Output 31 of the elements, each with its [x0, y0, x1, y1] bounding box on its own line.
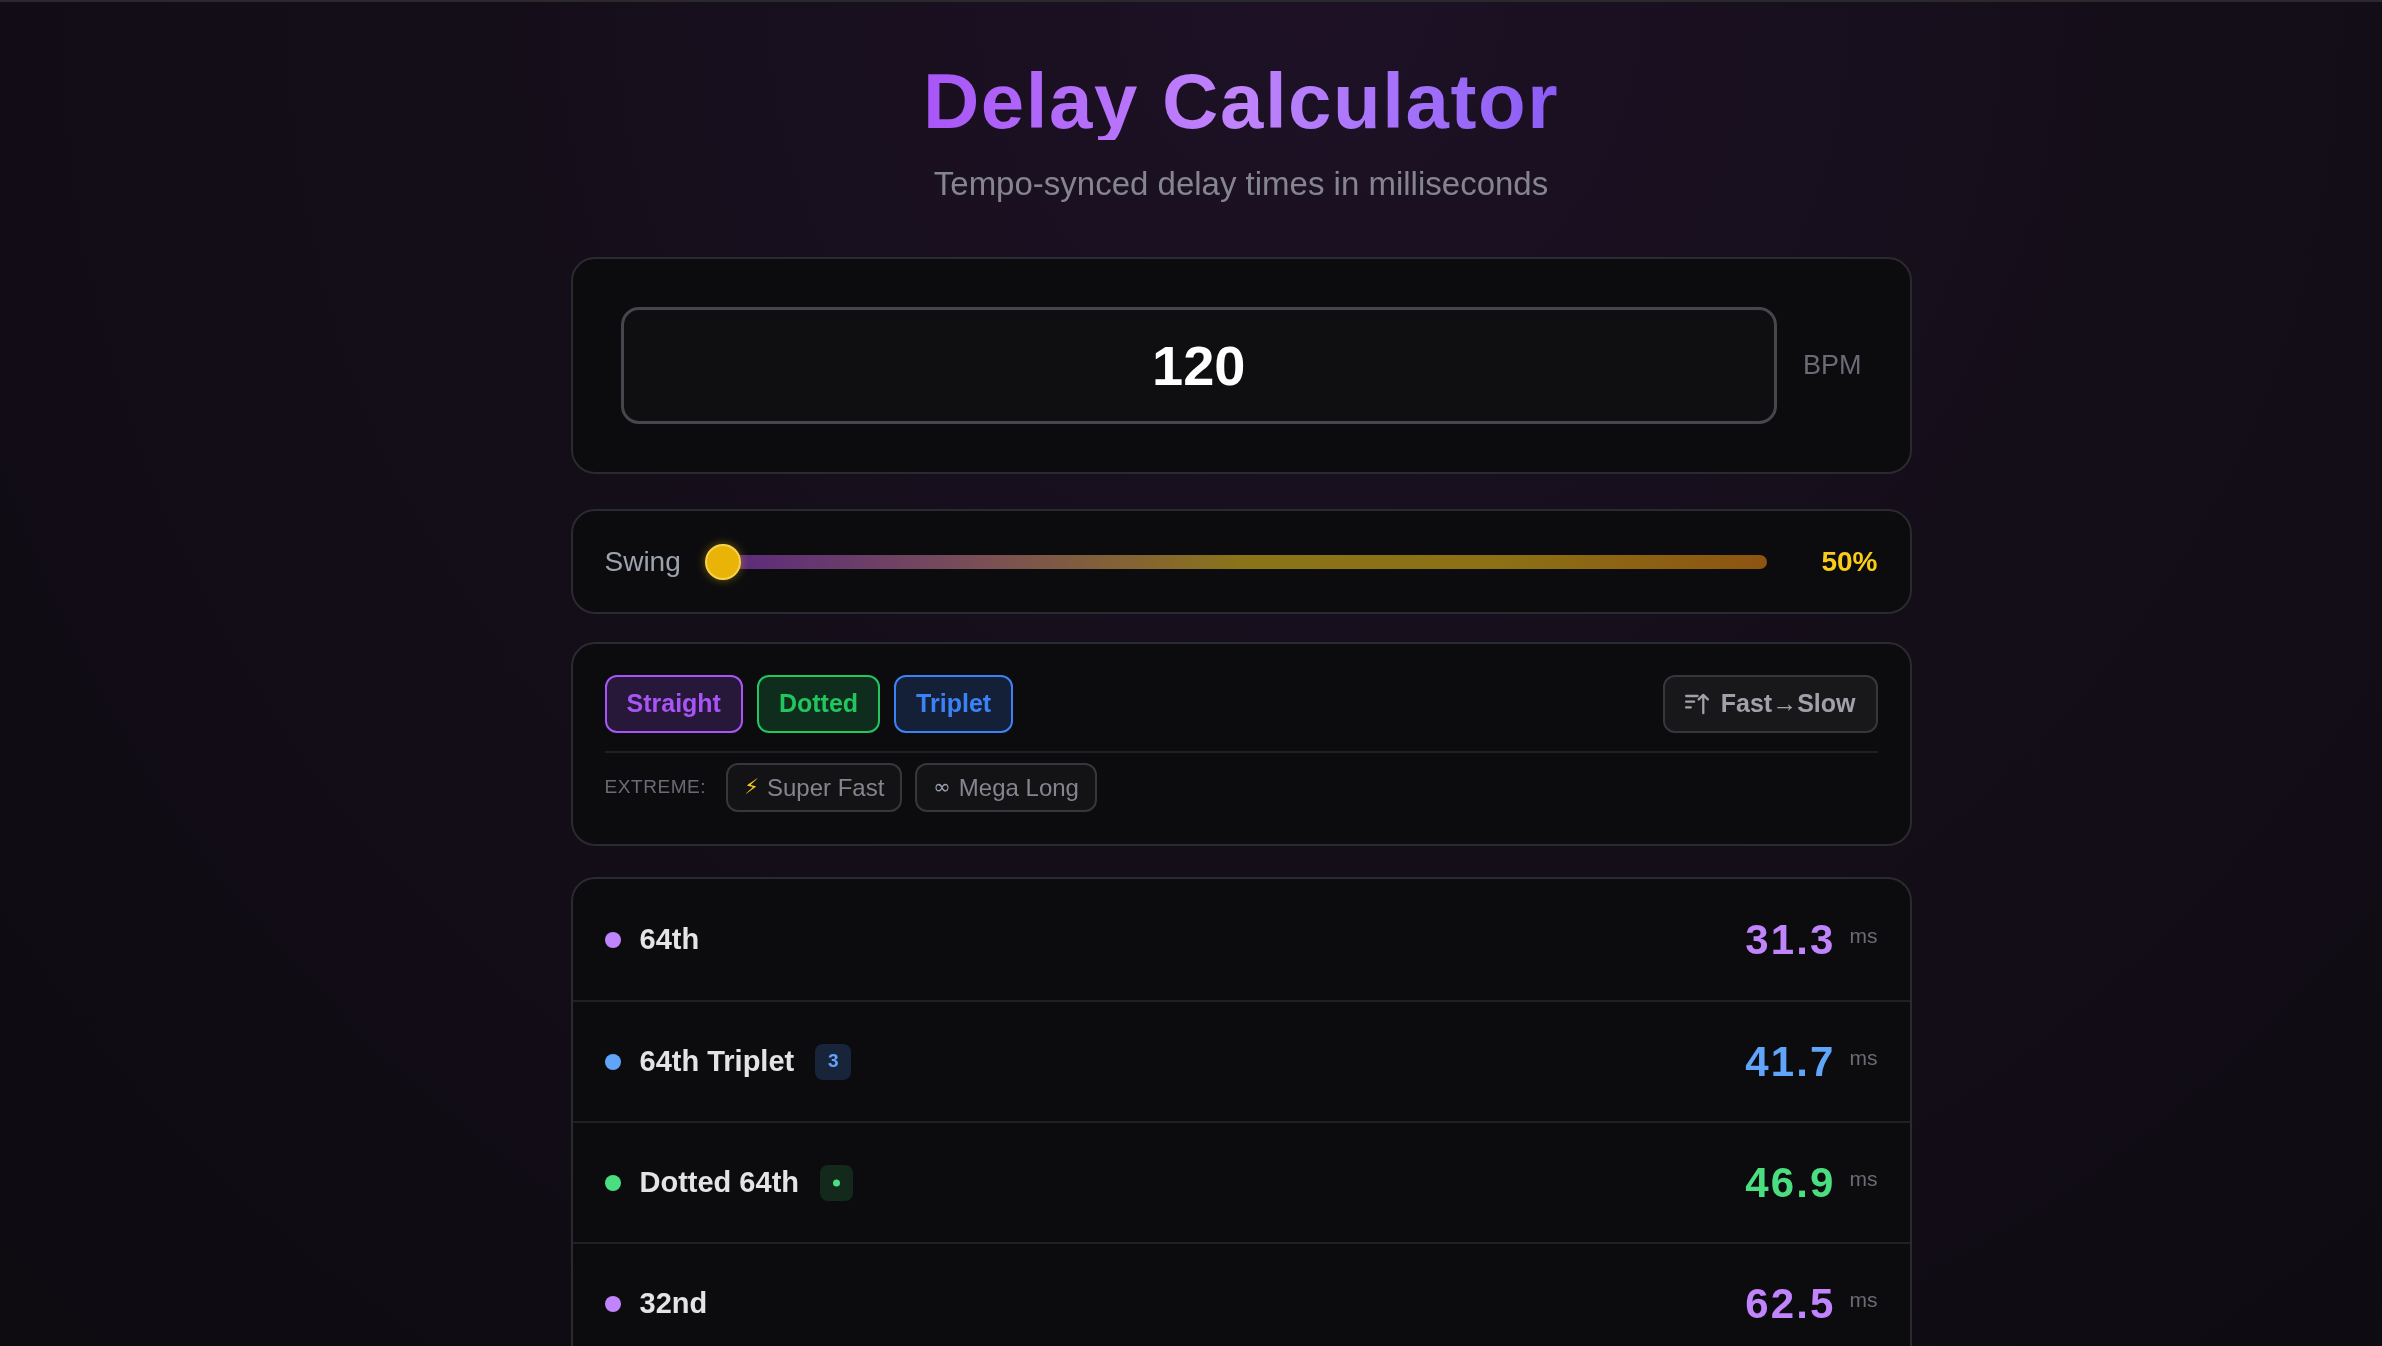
extreme-toggle[interactable]: ⚡ Super Fast	[726, 763, 903, 812]
swing-label: Swing	[604, 544, 681, 579]
unit-label: ms	[1849, 1165, 1878, 1192]
delay-value: 31.3	[1745, 915, 1836, 965]
bpm-unit: BPM	[1803, 349, 1862, 383]
swing-reading: 50%	[1821, 544, 1878, 579]
symbol-icon: ⚡	[744, 777, 759, 798]
dot-tile-icon	[820, 1164, 853, 1201]
extreme-label: EXTREME:	[604, 775, 707, 800]
bpm-input[interactable]: 120	[620, 307, 1777, 424]
unit-label: ms	[1849, 1044, 1878, 1071]
slider-thumb[interactable]	[704, 543, 741, 580]
unit-label: ms	[1849, 922, 1878, 949]
swing-slider-track[interactable]	[704, 543, 1768, 580]
symbol-icon: ∞	[933, 777, 951, 798]
delay-value: 62.5	[1745, 1279, 1836, 1329]
sort-icon	[1684, 693, 1709, 715]
filter-toggle[interactable]: Straight	[604, 675, 743, 733]
sort-button[interactable]: Fast→Slow	[1662, 675, 1878, 733]
note-name: Dotted 64th	[639, 1164, 799, 1200]
extreme-toggle[interactable]: ∞ Mega Long	[915, 763, 1097, 812]
note-name: 32nd	[639, 1285, 708, 1321]
note-name: 64th	[639, 921, 700, 957]
page-subtitle: Tempo-synced delay times in milliseconds	[933, 164, 1549, 204]
unit-label: ms	[1849, 1286, 1878, 1313]
delay-value: 41.7	[1745, 1037, 1836, 1087]
delay-value: 46.9	[1745, 1158, 1836, 1208]
filter-toggle[interactable]: Triplet	[894, 675, 1014, 733]
note-name: 64th Triplet	[639, 1043, 795, 1079]
triplet-badge: 3	[815, 1043, 852, 1080]
filter-toggle[interactable]: Dotted	[756, 675, 881, 733]
